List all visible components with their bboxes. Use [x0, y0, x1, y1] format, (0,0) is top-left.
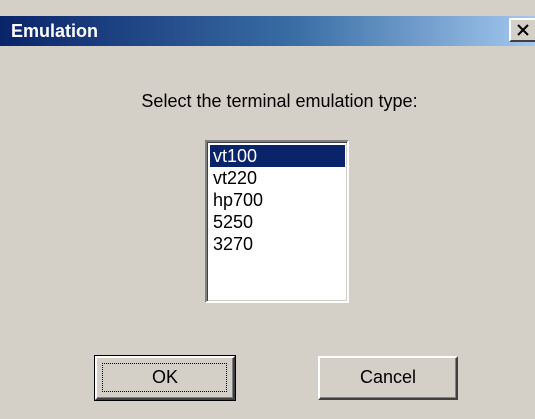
- ok-button-label: OK: [151, 367, 178, 387]
- list-item-hp700[interactable]: hp700: [210, 189, 345, 211]
- title-bar[interactable]: Emulation: [0, 16, 535, 46]
- prompt-label: Select the terminal emulation type:: [141, 91, 418, 111]
- list-item-vt220[interactable]: vt220: [210, 167, 345, 189]
- window-title: Emulation: [11, 21, 99, 41]
- ok-button[interactable]: OK: [94, 355, 236, 401]
- list-item-5250[interactable]: 5250: [210, 211, 345, 233]
- emulation-type-listbox[interactable]: vt100 vt220 hp700 5250 3270: [205, 140, 349, 303]
- close-button[interactable]: [509, 18, 535, 42]
- list-item-vt100[interactable]: vt100: [210, 145, 345, 167]
- cancel-button[interactable]: Cancel: [318, 356, 458, 400]
- emulation-dialog: Emulation Select the terminal emulation …: [0, 0, 535, 419]
- close-icon: [517, 24, 529, 36]
- cancel-button-label: Cancel: [359, 367, 417, 387]
- list-item-3270[interactable]: 3270: [210, 233, 345, 255]
